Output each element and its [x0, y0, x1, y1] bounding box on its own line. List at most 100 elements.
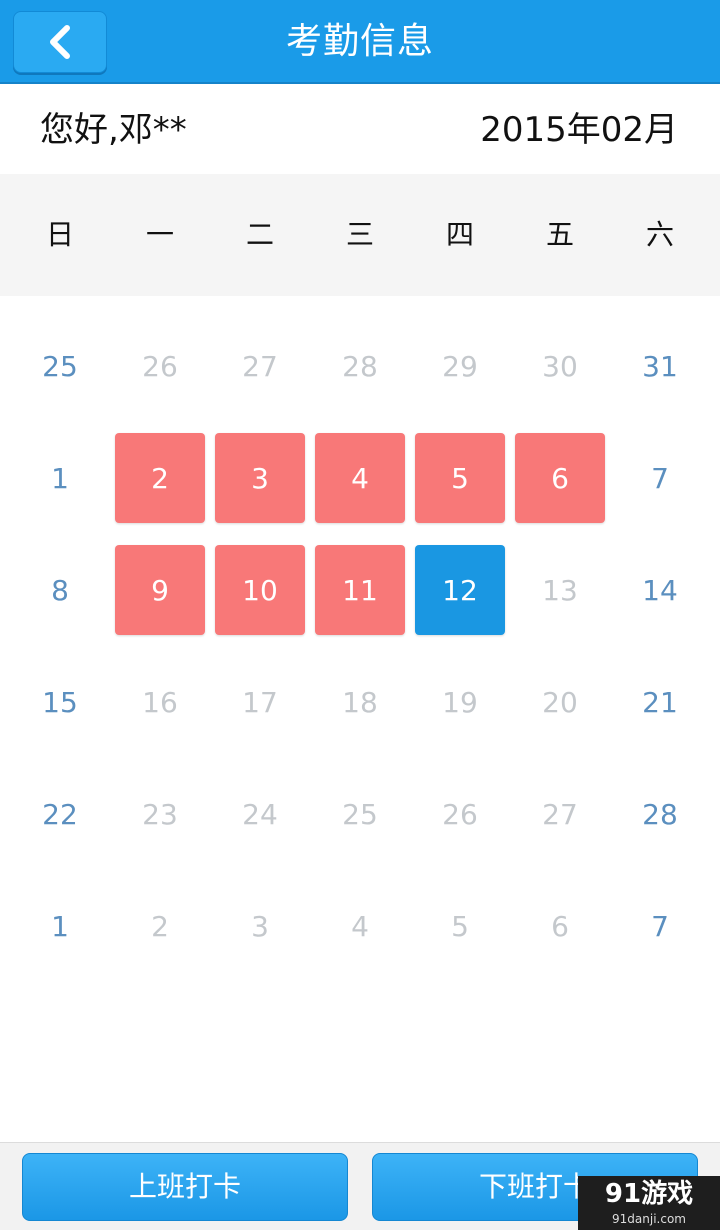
- calendar-day-absent: 11: [315, 545, 405, 635]
- calendar-day-weekend: 25: [42, 349, 78, 383]
- calendar-week-row: 1 2 3 4 5 6 7: [10, 870, 710, 982]
- month-label: 2015年02月: [480, 110, 678, 150]
- calendar-day-weekend: 15: [42, 685, 78, 719]
- calendar-day-weekend: 31: [642, 349, 678, 383]
- calendar-week-row: 15 16 17 18 19 20 21: [10, 646, 710, 758]
- watermark-logo: 91游戏: [604, 1179, 694, 1209]
- calendar-day-workday: 20: [542, 685, 578, 719]
- calendar-week-row: 22 23 24 25 26 27 28: [10, 758, 710, 870]
- calendar-day-workday: 17: [242, 685, 278, 719]
- calendar-cell[interactable]: 2: [110, 422, 210, 534]
- calendar-day-workday: 13: [542, 573, 578, 607]
- calendar-cell[interactable]: 16: [110, 646, 210, 758]
- top-bar: 考勤信息: [0, 0, 720, 84]
- calendar-day-weekend: 7: [651, 909, 669, 943]
- calendar-day-workday: 18: [342, 685, 378, 719]
- calendar-day-weekend: 14: [642, 573, 678, 607]
- calendar-cell[interactable]: 3: [210, 870, 310, 982]
- calendar-cell[interactable]: 9: [110, 534, 210, 646]
- calendar-day-weekend: 1: [51, 909, 69, 943]
- calendar-cell[interactable]: 14: [610, 534, 710, 646]
- calendar-cell[interactable]: 19: [410, 646, 510, 758]
- weekday-label: 四: [445, 218, 474, 251]
- calendar-cell[interactable]: 13: [510, 534, 610, 646]
- calendar-cell[interactable]: 4: [310, 870, 410, 982]
- calendar-cell[interactable]: 18: [310, 646, 410, 758]
- calendar-cell[interactable]: 27: [210, 310, 310, 422]
- calendar-cell[interactable]: 8: [10, 534, 110, 646]
- weekday-label: 二: [245, 218, 274, 251]
- calendar-cell[interactable]: 24: [210, 758, 310, 870]
- calendar-cell[interactable]: 7: [610, 870, 710, 982]
- calendar-day-workday: 24: [242, 797, 278, 831]
- calendar-day-absent: 9: [115, 545, 205, 635]
- calendar-cell[interactable]: 22: [10, 758, 110, 870]
- weekday-label: 三: [345, 218, 374, 251]
- calendar-cell[interactable]: 23: [110, 758, 210, 870]
- calendar-cell[interactable]: 15: [10, 646, 110, 758]
- calendar-day-workday: 16: [142, 685, 178, 719]
- calendar-cell[interactable]: 5: [410, 422, 510, 534]
- calendar-cell[interactable]: 1: [10, 422, 110, 534]
- clock-in-button[interactable]: 上班打卡: [22, 1153, 348, 1221]
- calendar-cell[interactable]: 2: [110, 870, 210, 982]
- calendar-cell[interactable]: 5: [410, 870, 510, 982]
- calendar-cell[interactable]: 26: [410, 758, 510, 870]
- calendar-day-today: 12: [415, 545, 505, 635]
- calendar-day-other: 26: [142, 349, 178, 383]
- calendar-cell[interactable]: 25: [10, 310, 110, 422]
- calendar-day-other: 29: [442, 349, 478, 383]
- weekday-label: 一: [145, 218, 174, 251]
- calendar-week-row: 1 23456 7: [10, 422, 710, 534]
- calendar-day-other: 2: [151, 909, 169, 943]
- calendar-cell[interactable]: 26: [110, 310, 210, 422]
- calendar-cell[interactable]: 30: [510, 310, 610, 422]
- calendar-day-weekend: 7: [651, 461, 669, 495]
- calendar-cell[interactable]: 31: [610, 310, 710, 422]
- calendar-day-weekend: 8: [51, 573, 69, 607]
- watermark: 91游戏 91danji.com: [578, 1176, 720, 1230]
- calendar-cell[interactable]: 21: [610, 646, 710, 758]
- greeting-row: 您好,邓** 2015年02月: [0, 86, 720, 174]
- calendar-day-absent: 2: [115, 433, 205, 523]
- calendar-day-other: 27: [242, 349, 278, 383]
- calendar-cell[interactable]: 27: [510, 758, 610, 870]
- calendar-day-absent: 6: [515, 433, 605, 523]
- calendar-cell[interactable]: 1: [10, 870, 110, 982]
- calendar-day-other: 5: [451, 909, 469, 943]
- calendar-cell[interactable]: 17: [210, 646, 310, 758]
- calendar-cell[interactable]: 6: [510, 422, 610, 534]
- calendar-day-other: 28: [342, 349, 378, 383]
- calendar-cell[interactable]: 28: [610, 758, 710, 870]
- calendar-cell[interactable]: 29: [410, 310, 510, 422]
- calendar-day-weekend: 28: [642, 797, 678, 831]
- weekday-label: 日: [45, 218, 74, 251]
- calendar-day-other: 6: [551, 909, 569, 943]
- calendar-day-absent: 5: [415, 433, 505, 523]
- calendar-day-absent: 3: [215, 433, 305, 523]
- calendar-day-workday: 25: [342, 797, 378, 831]
- calendar-week-row: 25 26 27 28 29 30 31: [10, 310, 710, 422]
- calendar-cell[interactable]: 28: [310, 310, 410, 422]
- greeting-text: 您好,邓**: [40, 110, 187, 150]
- calendar-cell[interactable]: 10: [210, 534, 310, 646]
- calendar-day-other: 4: [351, 909, 369, 943]
- calendar-cell[interactable]: 11: [310, 534, 410, 646]
- calendar-day-weekend: 21: [642, 685, 678, 719]
- calendar-day-workday: 23: [142, 797, 178, 831]
- calendar-cell[interactable]: 4: [310, 422, 410, 534]
- calendar-week-row: 8 9 10 11 12 13 14: [10, 534, 710, 646]
- calendar-day-absent: 10: [215, 545, 305, 635]
- calendar-cell[interactable]: 25: [310, 758, 410, 870]
- calendar-day-workday: 27: [542, 797, 578, 831]
- calendar-day-other: 30: [542, 349, 578, 383]
- calendar-cell[interactable]: 6: [510, 870, 610, 982]
- calendar-cell[interactable]: 20: [510, 646, 610, 758]
- calendar-cell[interactable]: 12: [410, 534, 510, 646]
- weekday-header: 日 一 二 三 四 五 六: [0, 174, 720, 296]
- calendar-grid: 25 26 27 28 29 30 31 1 2 3 4 5 6 7 8 9 10 11 12 13 14 15 16 17 1…: [10, 310, 710, 982]
- calendar-cell[interactable]: 7: [610, 422, 710, 534]
- calendar-day-absent: 4: [315, 433, 405, 523]
- calendar-cell[interactable]: 3: [210, 422, 310, 534]
- calendar-day-weekend: 1: [51, 461, 69, 495]
